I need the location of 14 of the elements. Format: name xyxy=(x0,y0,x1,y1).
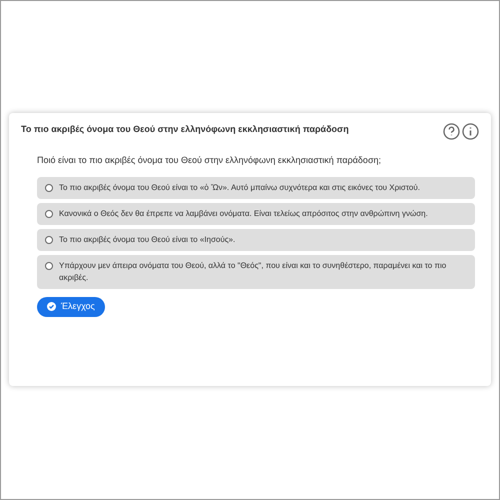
answer-option[interactable]: Το πιο ακριβές όνομα του Θεού είναι το «Ιησούς». xyxy=(37,228,475,250)
radio-button[interactable] xyxy=(45,262,53,270)
question-text: Ποιό είναι το πιο ακριβές όνομα του Θεού στην ελληνόφωνη εκκλησιαστική παράδοση; xyxy=(37,154,382,167)
answer-option[interactable]: Κανονικά ο Θεός δεν θα έπρεπε να λαμβάνει ονόματα. Είναι τελείως απρόσιτος στην ανθρώπινη γνώση. xyxy=(37,202,475,224)
radio-button[interactable] xyxy=(45,184,53,192)
answer-option[interactable]: Το πιο ακριβές όνομα του Θεού είναι το «ὁ Ὤν». Αυτό μπαίνω συχνότερα και στις εικόνες του Χριστού. xyxy=(37,176,475,198)
answer-option[interactable]: Υπάρχουν μεν άπειρα ονόματα του Θεού, αλλά το "Θεός", που είναι και το συνηθέστερο, παραμένει και το πιο ακριβές. xyxy=(37,254,475,288)
radio-button[interactable] xyxy=(45,210,53,218)
help-icon[interactable] xyxy=(443,123,460,140)
check-button[interactable]: Έλεγχος xyxy=(37,296,105,316)
card-title: Το πιο ακριβές όνομα του Θεού στην ελληνόφωνη εκκλησιαστική παράδοση xyxy=(21,123,350,135)
check-circle-icon xyxy=(47,302,56,311)
info-icon[interactable] xyxy=(462,123,479,140)
radio-button[interactable] xyxy=(45,236,53,244)
